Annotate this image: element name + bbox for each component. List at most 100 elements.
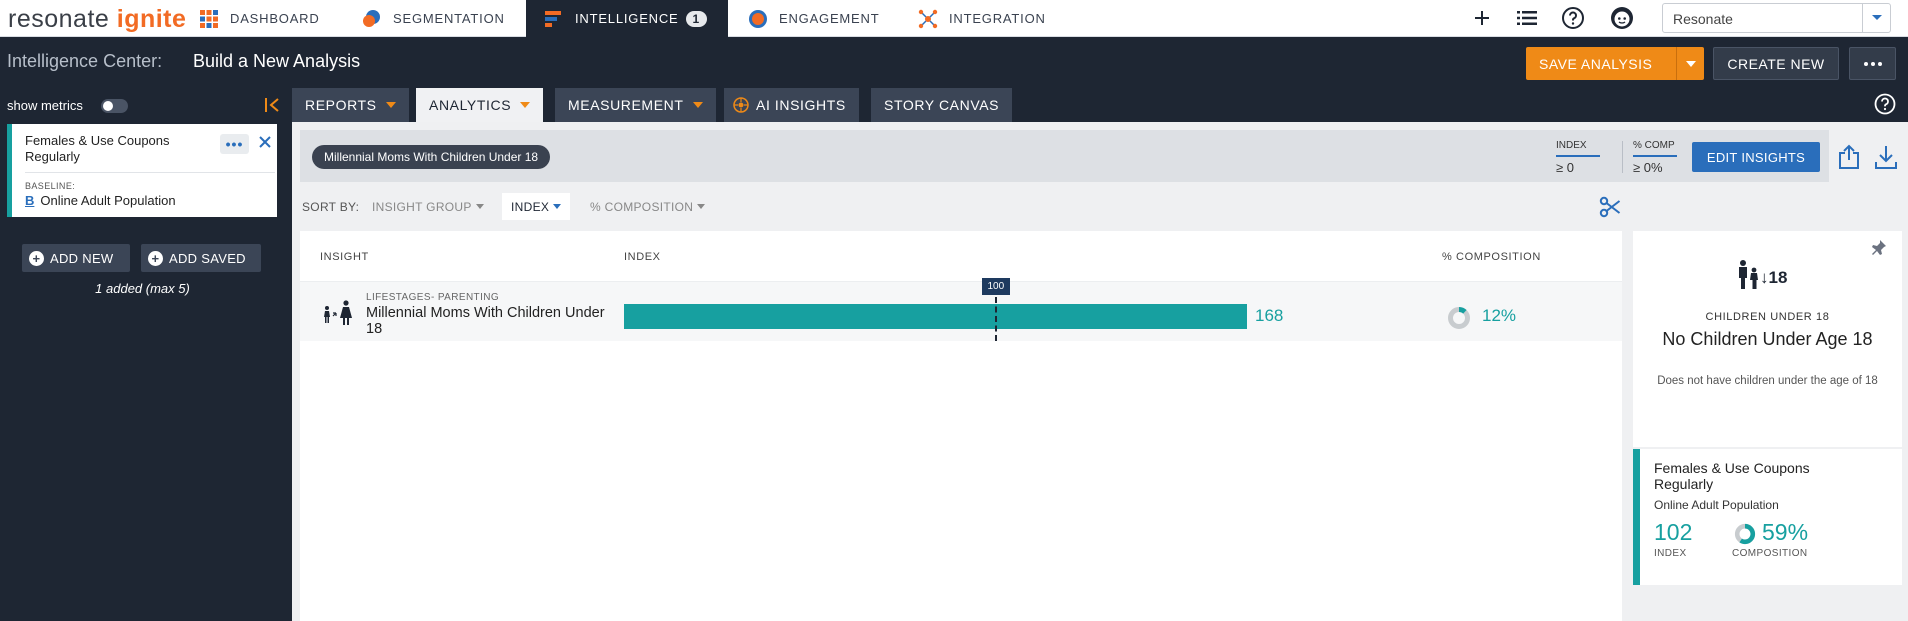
- sort-composition[interactable]: % COMPOSITION: [581, 193, 714, 220]
- tab-reports[interactable]: REPORTS: [292, 88, 409, 122]
- nav-engagement-label: ENGAGEMENT: [779, 11, 880, 26]
- left-sidebar: show metrics Females & Use Coupons Regul…: [0, 87, 292, 621]
- help-icon[interactable]: [1561, 6, 1585, 30]
- row-insight-name[interactable]: Millennial Moms With Children Under 18: [366, 305, 606, 337]
- edit-insights-button[interactable]: EDIT INSIGHTS: [1692, 142, 1820, 172]
- nav-integration[interactable]: INTEGRATION: [918, 0, 1046, 37]
- detail-title: No Children Under Age 18: [1662, 329, 1873, 349]
- baseline-label: BASELINE:: [25, 181, 76, 191]
- nav-segmentation[interactable]: SEGMENTATION: [362, 0, 505, 37]
- column-header-composition[interactable]: % COMPOSITION: [1442, 251, 1541, 263]
- dashboard-grid-icon: [200, 9, 218, 28]
- baseline-value: B Online Adult Population: [25, 193, 176, 208]
- top-navigation: resonate ignite DASHBOARD SEGMENTATION I…: [0, 0, 1908, 37]
- tab-reports-label: REPORTS: [305, 97, 377, 113]
- user-avatar-icon[interactable]: [1610, 6, 1634, 30]
- create-new-label: CREATE NEW: [1727, 55, 1825, 72]
- audience-composition-value: 59%: [1762, 519, 1809, 545]
- audience-more-button[interactable]: •••: [220, 134, 249, 154]
- sort-index[interactable]: INDEX: [502, 193, 571, 220]
- nav-engagement[interactable]: ENGAGEMENT: [748, 0, 879, 37]
- page-header: Intelligence Center: Build a New Analysi…: [0, 37, 1908, 87]
- plus-circle-icon: +: [29, 250, 44, 266]
- caret-down-icon: [475, 204, 484, 209]
- index-filter-label: INDEX: [1556, 140, 1600, 157]
- composition-filter[interactable]: % COMP ≥ 0%: [1633, 140, 1677, 175]
- add-new-label: ADD NEW: [50, 250, 114, 266]
- ellipsis-icon: [1863, 61, 1882, 66]
- selected-insight-pill[interactable]: Millennial Moms With Children Under 18: [312, 145, 551, 169]
- composition-filter-label: % COMP: [1633, 140, 1677, 157]
- collapse-sidebar-icon[interactable]: [265, 97, 281, 113]
- create-new-button[interactable]: CREATE NEW: [1713, 47, 1839, 80]
- more-options-button[interactable]: [1849, 47, 1896, 80]
- tab-story-canvas-label: STORY CANVAS: [884, 97, 1000, 113]
- sort-index-label: INDEX: [511, 199, 550, 214]
- list-icon[interactable]: [1515, 6, 1539, 30]
- chevron-down-icon: [1862, 4, 1890, 32]
- logo-accent-text: ignite: [116, 5, 187, 33]
- help-icon[interactable]: [1874, 93, 1896, 115]
- tab-story-canvas[interactable]: STORY CANVAS: [871, 88, 1013, 122]
- intelligence-icon: [545, 10, 561, 27]
- index-filter[interactable]: INDEX ≥ 0: [1556, 140, 1600, 175]
- baseline-badge: B: [25, 193, 35, 208]
- add-new-button[interactable]: + ADD NEW: [22, 244, 130, 272]
- nav-dashboard[interactable]: DASHBOARD: [199, 0, 320, 37]
- nav-intelligence[interactable]: INTELLIGENCE 1: [526, 0, 728, 37]
- save-analysis-label: SAVE ANALYSIS: [1539, 55, 1653, 72]
- audience-composition-label: COMPOSITION: [1732, 548, 1808, 559]
- nav-dashboard-label: DASHBOARD: [230, 11, 320, 26]
- selected-insight-label: Millennial Moms With Children Under 18: [324, 150, 539, 164]
- tab-measurement[interactable]: MEASUREMENT: [555, 88, 716, 122]
- show-metrics-toggle[interactable]: [101, 99, 128, 113]
- brand-logo[interactable]: resonate ignite: [8, 5, 186, 34]
- download-icon[interactable]: [1874, 144, 1898, 170]
- index-filter-value: ≥ 0: [1556, 160, 1574, 175]
- detail-category: CHILDREN UNDER 18: [1705, 311, 1830, 323]
- close-icon[interactable]: [257, 134, 273, 150]
- audience-summary-title: Females & Use Coupons Regularly: [1654, 460, 1810, 492]
- caret-down-icon: [520, 102, 531, 108]
- analysis-tabs: REPORTS ANALYTICS MEASUREMENT AI INSIGHT…: [292, 87, 1908, 122]
- pin-icon[interactable]: [1869, 239, 1887, 257]
- baseline-index-marker: 100: [981, 278, 1010, 295]
- integration-network-icon: [918, 9, 938, 28]
- sort-insight-group-label: INSIGHT GROUP: [372, 199, 472, 214]
- table-row[interactable]: LIFESTAGES- PARENTING Millennial Moms Wi…: [300, 281, 1622, 341]
- account-select[interactable]: Resonate: [1662, 3, 1891, 33]
- tab-ai-insights[interactable]: AI INSIGHTS: [724, 88, 859, 122]
- intelligence-count-badge: 1: [685, 10, 707, 27]
- detail-description: Does not have children under the age of …: [1657, 375, 1878, 387]
- caret-down-icon: [697, 204, 706, 209]
- share-export-icon[interactable]: [1838, 144, 1860, 170]
- audience-index-label: INDEX: [1654, 548, 1687, 559]
- sort-composition-label: % COMPOSITION: [590, 199, 694, 214]
- index-bar[interactable]: [624, 304, 1247, 329]
- scissors-icon[interactable]: [1599, 196, 1621, 218]
- tab-ai-insights-label: AI INSIGHTS: [756, 97, 846, 113]
- tab-measurement-label: MEASUREMENT: [568, 97, 684, 113]
- caret-down-icon: [553, 204, 562, 209]
- caret-down-icon: [1685, 60, 1696, 67]
- audience-name: Females & Use Coupons Regularly: [25, 133, 170, 164]
- save-options-dropdown[interactable]: [1676, 47, 1704, 80]
- add-icon[interactable]: [1470, 6, 1494, 30]
- add-saved-label: ADD SAVED: [169, 250, 246, 266]
- column-header-index[interactable]: INDEX: [624, 251, 661, 263]
- composition-value: 12%: [1482, 306, 1517, 325]
- index-value: 168: [1255, 306, 1284, 325]
- audience-composition-donut: [1734, 523, 1756, 545]
- add-saved-button[interactable]: + ADD SAVED: [141, 244, 261, 272]
- audience-card[interactable]: Females & Use Coupons Regularly ••• BASE…: [7, 124, 277, 217]
- composition-donut: [1448, 307, 1470, 329]
- tab-analytics[interactable]: ANALYTICS: [416, 88, 544, 122]
- segmentation-icon: [363, 9, 380, 27]
- account-select-value: Resonate: [1673, 11, 1733, 27]
- save-analysis-button[interactable]: SAVE ANALYSIS: [1526, 47, 1704, 80]
- nav-integration-label: INTEGRATION: [949, 11, 1046, 26]
- column-header-insight[interactable]: INSIGHT: [320, 251, 369, 263]
- sort-insight-group[interactable]: INSIGHT GROUP: [363, 193, 493, 220]
- nav-segmentation-label: SEGMENTATION: [393, 11, 505, 26]
- engagement-target-icon: [749, 9, 767, 28]
